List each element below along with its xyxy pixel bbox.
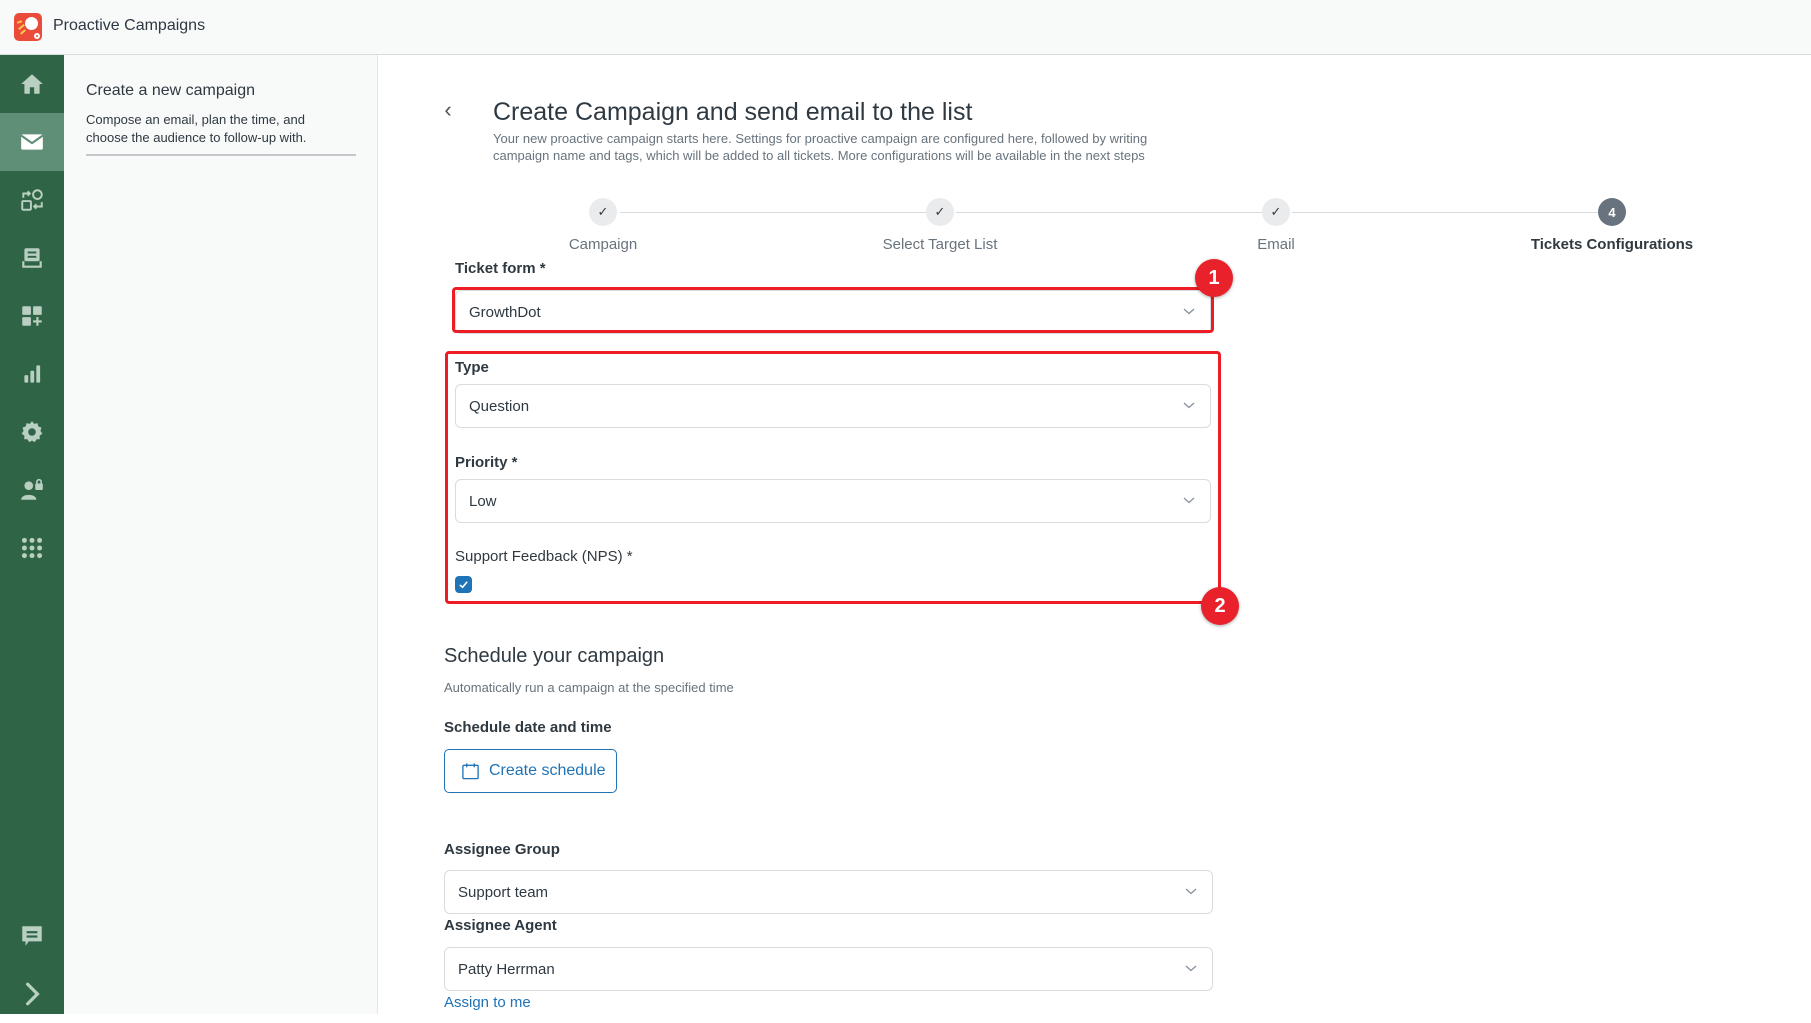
sidebar-item-automations[interactable] — [0, 171, 64, 229]
app-logo-icon — [14, 13, 42, 41]
priority-select[interactable]: Low — [455, 479, 1211, 523]
check-icon — [459, 581, 468, 589]
annotation-badge-1: 1 — [1195, 259, 1233, 297]
chevron-down-icon — [1183, 402, 1195, 409]
back-button[interactable]: ‹ — [436, 96, 460, 124]
step-label: Campaign — [568, 236, 638, 253]
sidebar-item-reports[interactable] — [0, 345, 64, 403]
sidebar-item-inbox[interactable] — [0, 229, 64, 287]
subpanel-title: Create a new campaign — [86, 82, 255, 99]
mail-icon — [20, 134, 44, 150]
priority-label: Priority * — [455, 454, 518, 471]
bar-chart-icon — [24, 365, 41, 383]
sidebar-item-feedback[interactable] — [0, 907, 64, 965]
ticket-form-select[interactable]: GrowthDot — [455, 290, 1211, 334]
inbox-icon — [22, 248, 42, 268]
step-email[interactable]: ✓ Email — [1176, 198, 1376, 253]
secondary-panel: Create a new campaign Compose an email, … — [64, 55, 378, 1014]
progress-stepper: ✓ Campaign ✓ Select Target List ✓ Email … — [440, 198, 1710, 258]
nps-label: Support Feedback (NPS) * — [455, 548, 633, 565]
chevron-left-icon: ‹ — [444, 97, 452, 122]
assignee-group-value: Support team — [458, 883, 549, 901]
chevron-down-icon — [1183, 497, 1195, 504]
step-label: Email — [1257, 236, 1295, 253]
type-select[interactable]: Question — [455, 384, 1211, 428]
step-tickets-configurations[interactable]: 4 Tickets Configurations — [1512, 198, 1712, 253]
user-lock-icon — [21, 478, 43, 500]
create-schedule-button[interactable]: Create schedule — [444, 749, 617, 793]
priority-value: Low — [469, 492, 497, 510]
check-icon: ✓ — [1262, 198, 1290, 226]
chat-icon — [22, 926, 42, 946]
gear-icon — [21, 421, 43, 443]
page-description: Your new proactive campaign starts here.… — [493, 131, 1148, 163]
schedule-section-title: Schedule your campaign — [444, 645, 665, 667]
assignee-group-label: Assignee Group — [444, 841, 560, 858]
sidebar-item-more[interactable] — [0, 519, 64, 577]
type-value: Question — [469, 397, 530, 415]
assignee-agent-select[interactable]: Patty Herrman — [444, 947, 1213, 991]
step-number: 4 — [1598, 198, 1626, 226]
sidebar-item-permissions[interactable] — [0, 461, 64, 519]
app-title: Proactive Campaigns — [53, 17, 206, 34]
sidebar-item-apps[interactable] — [0, 287, 64, 345]
nps-checkbox[interactable] — [455, 576, 472, 593]
workflow-icon — [21, 189, 43, 211]
chevron-down-icon — [1185, 888, 1197, 895]
subpanel-divider — [86, 154, 356, 156]
page-title: Create Campaign and send email to the li… — [493, 98, 973, 126]
step-select-target-list[interactable]: ✓ Select Target List — [840, 198, 1040, 253]
schedule-section-description: Automatically run a campaign at the spec… — [444, 680, 734, 695]
grid-dots-icon — [21, 537, 43, 559]
chevron-down-icon — [1185, 965, 1197, 972]
add-widget-icon — [22, 306, 42, 326]
check-icon: ✓ — [589, 198, 617, 226]
calendar-icon — [462, 762, 479, 779]
home-icon — [21, 74, 43, 94]
sidebar-expand-button[interactable] — [0, 965, 64, 1023]
assign-to-me-link[interactable]: Assign to me — [444, 994, 531, 1011]
step-campaign[interactable]: ✓ Campaign — [503, 198, 703, 253]
type-label: Type — [455, 359, 489, 376]
annotation-badge-2: 2 — [1201, 587, 1239, 625]
sidebar-item-home[interactable] — [0, 55, 64, 113]
subpanel-description: Compose an email, plan the time, and cho… — [86, 112, 307, 145]
sidebar-nav — [0, 55, 64, 1014]
app-header: Proactive Campaigns — [0, 0, 1811, 55]
chevron-right-icon — [26, 982, 40, 1006]
chevron-down-icon — [1183, 308, 1195, 315]
step-label: Tickets Configurations — [1530, 236, 1694, 253]
ticket-form-value: GrowthDot — [469, 303, 541, 321]
sidebar-item-campaigns[interactable] — [0, 113, 64, 171]
assignee-agent-label: Assignee Agent — [444, 917, 557, 934]
create-schedule-label: Create schedule — [489, 762, 606, 779]
ticket-form-label: Ticket form * — [455, 260, 546, 277]
assignee-agent-value: Patty Herrman — [458, 960, 555, 978]
assignee-group-select[interactable]: Support team — [444, 870, 1213, 914]
step-label: Select Target List — [882, 236, 998, 253]
check-icon: ✓ — [926, 198, 954, 226]
schedule-date-label: Schedule date and time — [444, 719, 612, 736]
sidebar-item-settings[interactable] — [0, 403, 64, 461]
